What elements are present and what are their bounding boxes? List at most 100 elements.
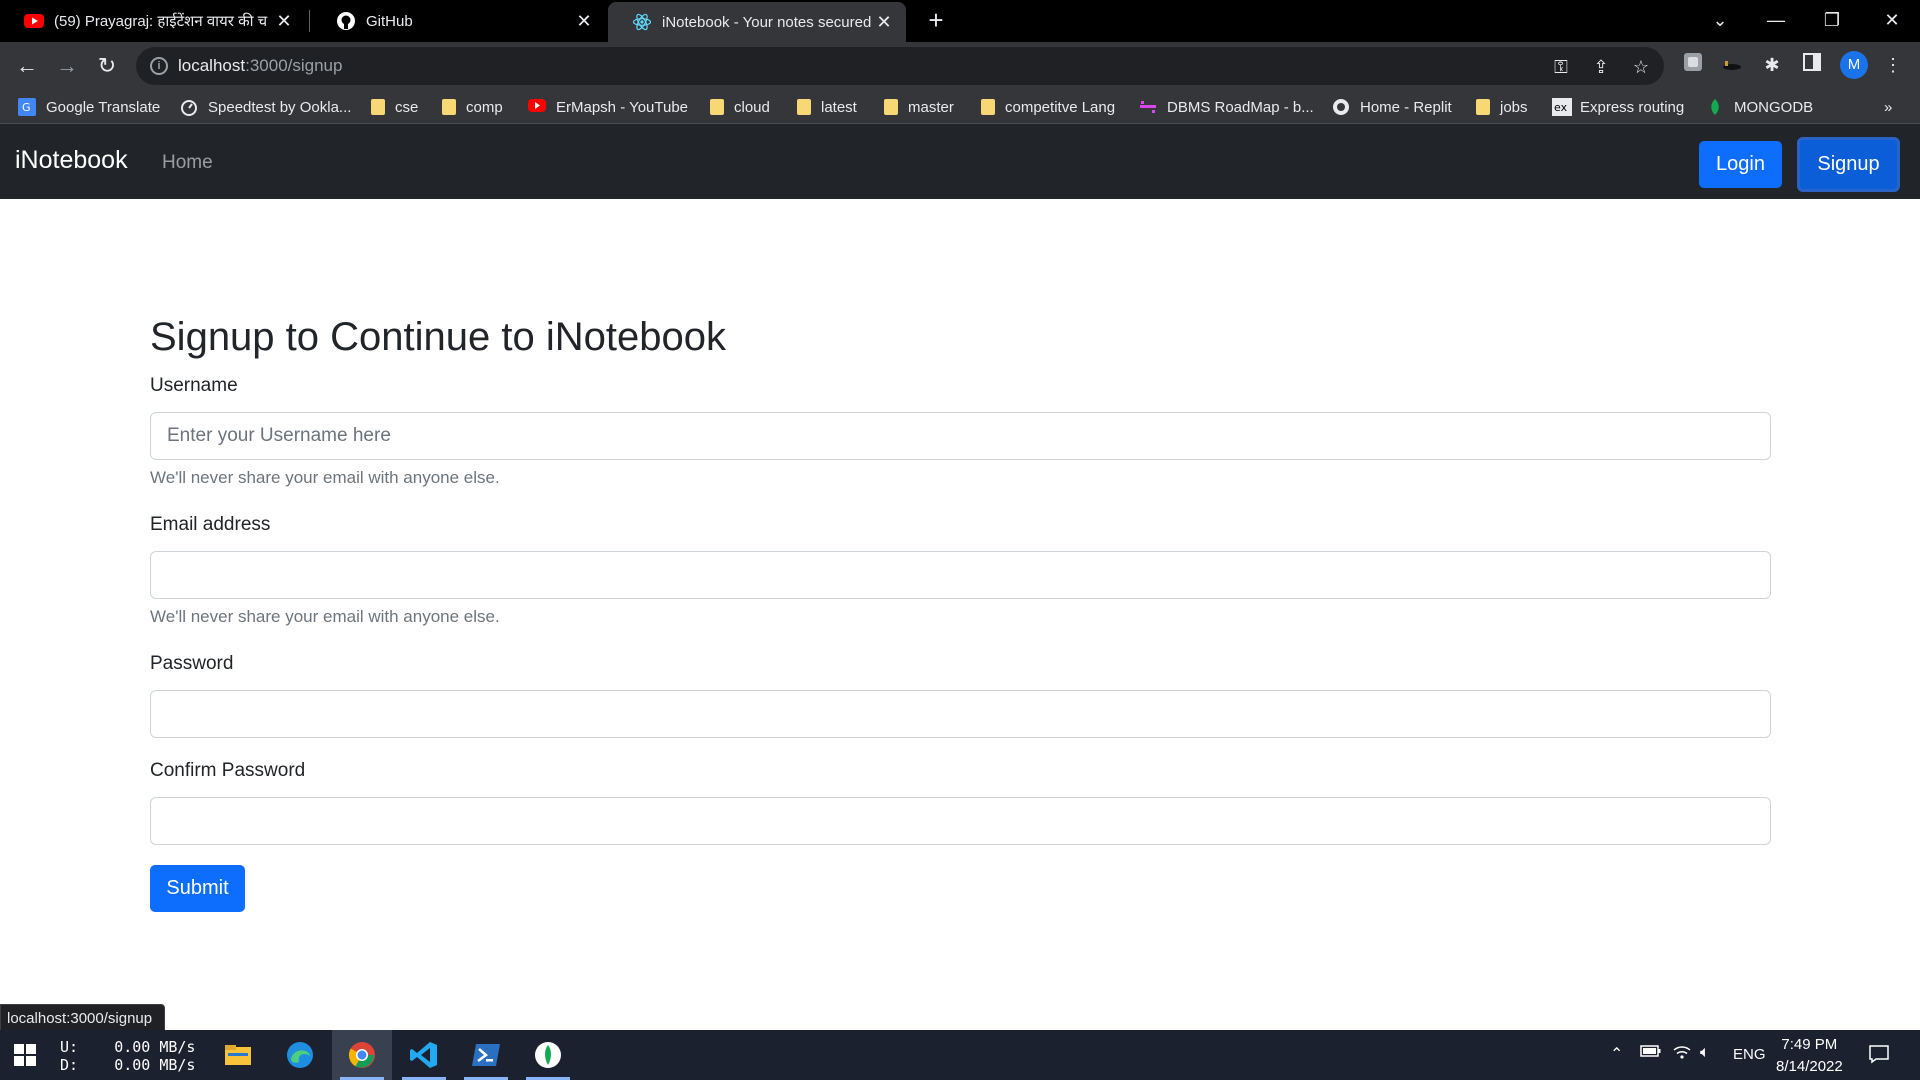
file-explorer-icon[interactable] [208,1030,268,1080]
language-indicator[interactable]: ENG [1733,1046,1766,1063]
page-title: Signup to Continue to iNotebook [150,315,726,359]
bookmarks-overflow-icon[interactable]: » [1884,96,1892,118]
bookmark-folder-competitve-lang[interactable]: competitve Lang [981,96,1115,118]
bookmark-home-replit[interactable]: Home - Replit [1332,96,1452,118]
clock-time: 7:49 PM [1781,1036,1838,1053]
wifi-icon[interactable] [1672,1044,1692,1065]
restore-icon[interactable]: ❐ [1804,0,1860,40]
minimize-icon[interactable]: — [1748,0,1804,40]
tray-overflow-icon[interactable]: ⌃ [1610,1044,1623,1064]
screen: (59) Prayagraj: हाईटेंशन वायर की च ✕ Git… [0,0,1920,1080]
notifications-icon[interactable] [1868,1044,1890,1069]
url-host: localhost [178,56,246,75]
side-panel-icon[interactable] [1799,52,1825,78]
close-tab-icon[interactable]: ✕ [274,11,294,32]
tab-inotebook[interactable]: iNotebook - Your notes secured o ✕ [608,2,906,42]
bookmark-folder-master[interactable]: master [884,96,954,118]
bookmark-folder-jobs[interactable]: jobs [1476,96,1528,118]
folder-icon [1476,99,1490,115]
new-tab-icon[interactable]: + [922,6,950,34]
bookmark-google-translate[interactable]: G Google Translate [18,96,160,118]
folder-icon [884,99,898,115]
login-button[interactable]: Login [1699,141,1782,188]
bookmark-star-icon[interactable]: ☆ [1630,56,1652,78]
browser-tab-strip: (59) Prayagraj: हाईटेंशन वायर की च ✕ Git… [0,0,1920,42]
reload-icon[interactable]: ↻ [91,50,123,82]
signup-button[interactable]: Signup [1797,137,1900,192]
brand-logo[interactable]: iNotebook [15,146,128,175]
tab-github[interactable]: GitHub ✕ [312,0,606,42]
bookmark-mongodb[interactable]: MONGODB [1706,96,1813,118]
bookmark-dbms-roadmap[interactable]: DBMS RoadMap - b... [1139,96,1314,118]
youtube-icon [24,11,44,31]
windows-start-icon[interactable] [14,1044,36,1066]
submit-button[interactable]: Submit [150,865,245,912]
bookmark-folder-latest[interactable]: latest [797,96,857,118]
nav-home-link[interactable]: Home [162,152,213,174]
browser-toolbar: ← → ↻ i localhost:3000/signup ⚿ ⇪ ☆ ✱ M … [0,42,1920,90]
tab-search-icon[interactable]: ⌄ [1692,0,1748,40]
volume-icon[interactable]: 🔈︎ [1700,1044,1710,1062]
upload-label: U: [60,1038,79,1056]
youtube-icon [528,98,546,116]
extension-icon[interactable] [1719,52,1745,78]
link-status-bubble: localhost:3000/signup [0,1004,166,1031]
close-tab-icon[interactable]: ✕ [874,12,894,33]
folder-icon [371,99,385,115]
confirm-password-input[interactable] [150,797,1771,845]
password-input[interactable] [150,690,1771,738]
address-url[interactable]: localhost:3000/signup [178,56,342,76]
chrome-icon[interactable] [332,1030,392,1080]
menu-kebab-icon[interactable]: ⋮ [1880,52,1906,78]
close-tab-icon[interactable]: ✕ [574,11,594,32]
close-window-icon[interactable]: ✕ [1864,0,1920,40]
extension-icon[interactable] [1680,52,1706,78]
tab-title: (59) Prayagraj: हाईटेंशन वायर की च [54,13,268,30]
mongodb-compass-icon[interactable] [518,1030,578,1080]
site-info-icon[interactable]: i [150,57,168,75]
mongodb-icon [1706,98,1724,116]
bookmark-label: cloud [734,98,770,116]
folder-icon [442,99,456,115]
forward-icon[interactable]: → [51,50,83,82]
tab-title: GitHub [366,12,413,30]
clock-date: 8/14/2022 [1776,1058,1843,1075]
network-speed-meter: U: 0.00 MB/s D: 0.00 MB/s [60,1038,195,1074]
bookmark-folder-cloud[interactable]: cloud [710,96,770,118]
tab-youtube[interactable]: (59) Prayagraj: हाईटेंशन वायर की च ✕ [0,0,306,42]
vscode-icon[interactable] [394,1030,454,1080]
back-icon[interactable]: ← [11,50,43,82]
bookmark-label: Express routing [1580,98,1685,116]
email-input[interactable] [150,551,1771,599]
bookmark-label: latest [821,98,857,116]
username-input[interactable] [150,412,1771,460]
express-icon: ex [1552,98,1572,116]
bookmark-ermapsh-youtube[interactable]: ErMapsh - YouTube [528,96,688,118]
extensions-puzzle-icon[interactable]: ✱ [1759,52,1785,78]
bookmark-label: Speedtest by Ookla... [208,98,352,116]
google-translate-icon: G [18,98,36,116]
bookmark-speedtest[interactable]: Speedtest by Ookla... [180,96,351,118]
replit-icon [1332,98,1350,116]
share-icon[interactable]: ⇪ [1590,56,1612,78]
bookmark-label: comp [466,98,503,116]
bookmark-label: MONGODB [1734,98,1814,116]
email-help-text: We'll never share your email with anyone… [150,607,500,626]
tab-title: iNotebook - Your notes secured o [662,13,874,31]
upload-speed: 0.00 MB/s [114,1038,196,1056]
battery-icon[interactable] [1640,1044,1662,1063]
bookmark-folder-cse[interactable]: cse [371,96,418,118]
password-label: Password [150,653,234,674]
powershell-icon[interactable] [456,1030,516,1080]
bookmark-label: ErMapsh - YouTube [556,98,689,116]
bookmark-folder-comp[interactable]: comp [442,96,503,118]
key-icon[interactable]: ⚿ [1550,56,1572,78]
profile-avatar[interactable]: M [1840,51,1868,79]
bookmark-label: cse [395,98,419,116]
address-bar[interactable]: i localhost:3000/signup ⚿ ⇪ ☆ [136,47,1664,85]
username-label: Username [150,375,238,396]
folder-icon [981,99,995,115]
system-clock[interactable]: 7:49 PM 8/14/2022 [1776,1034,1843,1078]
bookmark-express-routing[interactable]: ex Express routing [1552,96,1684,118]
edge-browser-icon[interactable] [270,1030,330,1080]
